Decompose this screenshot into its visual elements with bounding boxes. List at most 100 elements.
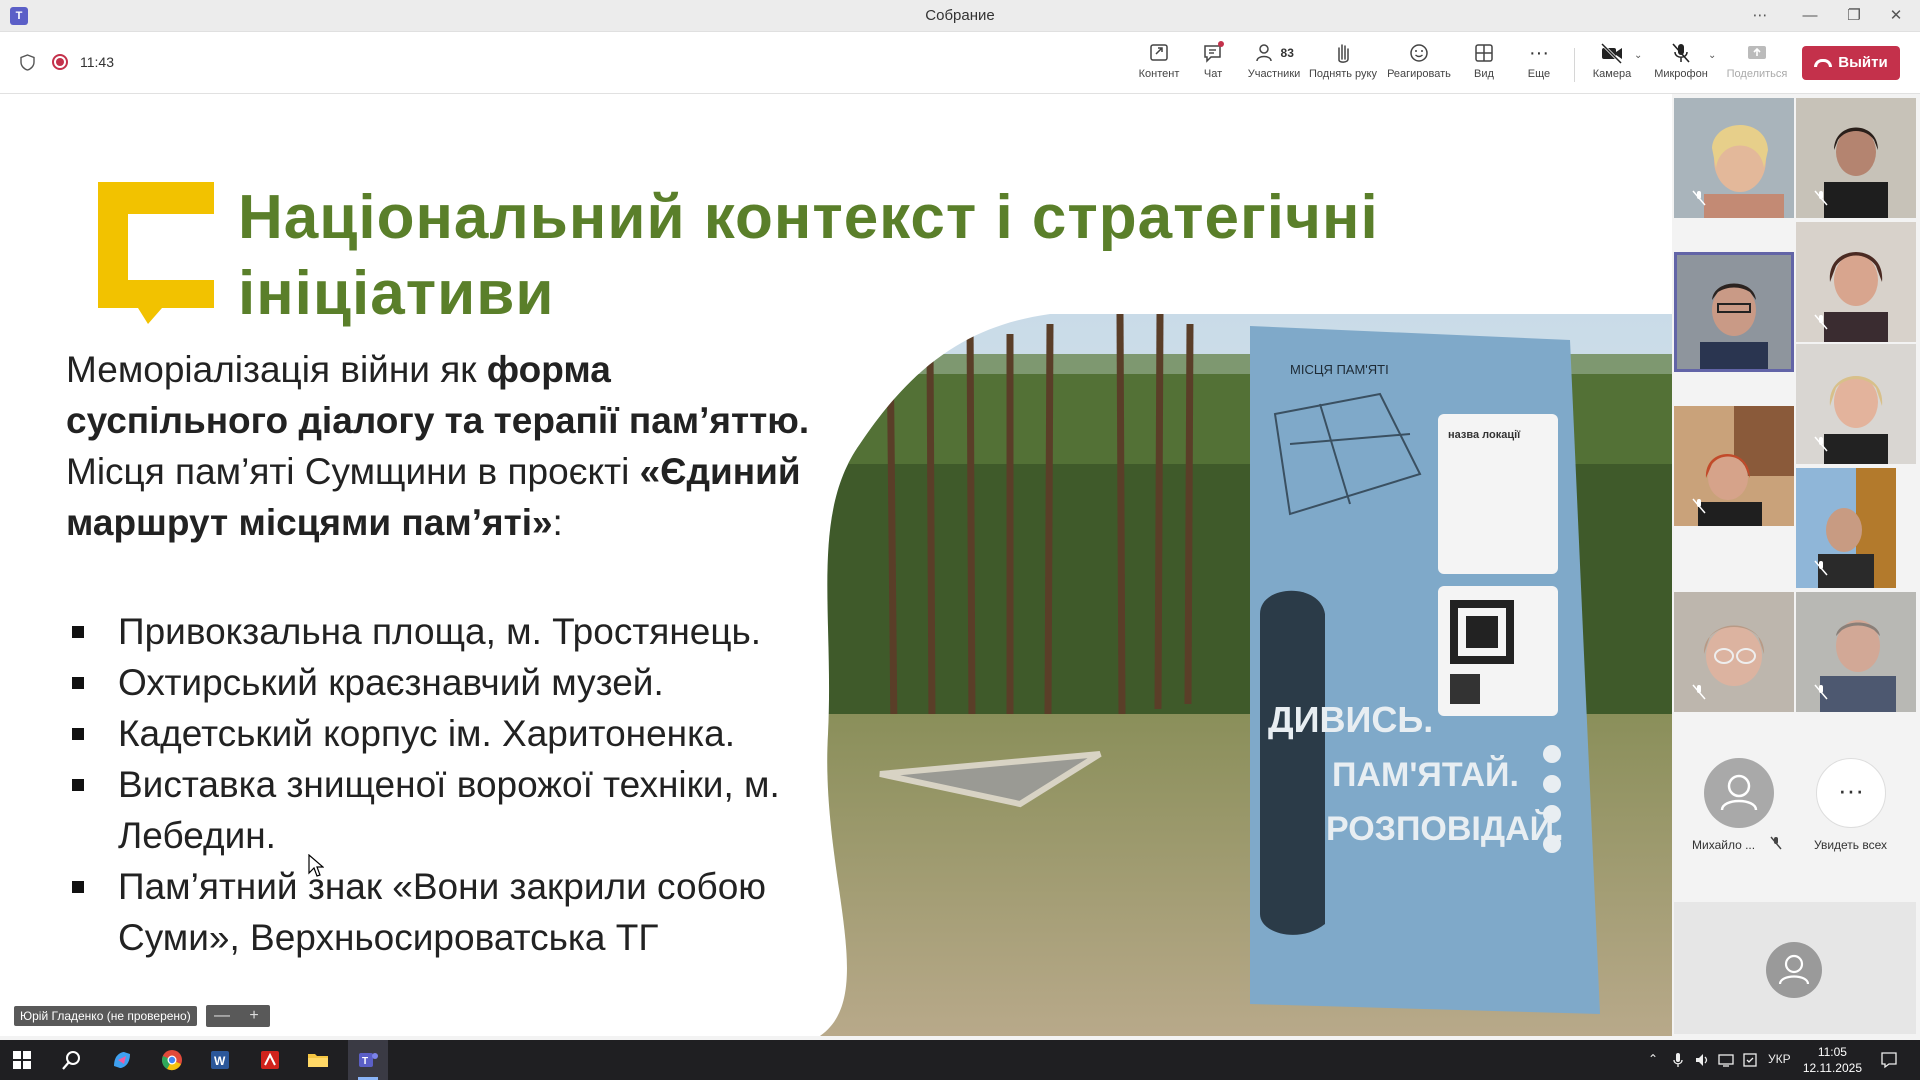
- react-button[interactable]: Реагировать: [1386, 40, 1452, 90]
- toolbar-divider: [1574, 48, 1575, 82]
- microphone-button[interactable]: Микрофон: [1652, 40, 1710, 90]
- slide-title: Національний контекст і стратегічні ініц…: [238, 183, 1379, 328]
- list-item: Пам’ятний знак «Вони закрили собою Суми»…: [66, 861, 826, 963]
- zoom-in-button[interactable]: +: [238, 1005, 270, 1027]
- hand-icon: [1338, 44, 1349, 63]
- self-view-tile[interactable]: [1674, 902, 1916, 1034]
- list-item: Кадетський корпус ім. Харитоненка.: [66, 708, 826, 759]
- slide-body: Меморіалізація війни як форма суспільног…: [66, 344, 836, 548]
- list-item: Привокзальна площа, м. Тростянець.: [66, 606, 826, 657]
- ellipsis-icon: ···: [1529, 42, 1549, 64]
- chat-icon: [1204, 41, 1224, 63]
- title-bar: T Собрание ⋯ — ❐ ✕: [0, 0, 1920, 32]
- chrome-icon[interactable]: [160, 1048, 184, 1072]
- participant-tile-active-speaker[interactable]: [1674, 252, 1794, 372]
- teams-taskbar-item[interactable]: T: [348, 1040, 388, 1080]
- shared-slide: Національний контекст і стратегічні ініц…: [0, 94, 1672, 1036]
- meeting-timer: 11:43: [80, 54, 114, 70]
- mic-off-icon: [1770, 836, 1782, 850]
- share-button[interactable]: Поделиться: [1726, 40, 1788, 90]
- system-clock[interactable]: 11:05 12.11.2025: [1803, 1044, 1862, 1076]
- presenter-name-tag: Юрій Гладенко (не проверено): [14, 1006, 197, 1026]
- mic-off-icon: [1814, 436, 1828, 452]
- camera-button[interactable]: Камера: [1590, 40, 1634, 90]
- sign-slogan-1: ДИВИСЬ.: [1268, 699, 1433, 740]
- paragraph-2: Місця пам’яті Сумщини в проєкті «Єдиний …: [66, 451, 801, 543]
- more-options-icon[interactable]: ⋯: [1740, 4, 1780, 28]
- recording-icon: [52, 54, 68, 70]
- participant-tile[interactable]: [1796, 592, 1916, 712]
- participant-tile[interactable]: [1674, 98, 1794, 218]
- chat-button[interactable]: Чат: [1198, 40, 1228, 90]
- notification-shield-icon[interactable]: [1742, 1052, 1758, 1068]
- sign-slogan-2: ПАМ'ЯТАЙ.: [1332, 755, 1519, 794]
- more-button[interactable]: ··· Еще: [1524, 40, 1554, 90]
- taskbar: W T ⌃ УКР 11:05 12.11.2025: [0, 1040, 1920, 1080]
- sign-box-title: назва локації: [1448, 429, 1521, 441]
- raise-hand-button[interactable]: Поднять руку: [1308, 40, 1378, 90]
- content-button[interactable]: Контент: [1134, 40, 1184, 90]
- notification-center-icon[interactable]: [1880, 1051, 1898, 1069]
- copilot-icon[interactable]: [110, 1048, 134, 1072]
- mic-icon[interactable]: [1672, 1052, 1684, 1068]
- see-all-label: Увидеть всех: [1814, 838, 1888, 852]
- participant-tile[interactable]: [1796, 98, 1916, 218]
- avatar-name: Михайло ...: [1692, 838, 1756, 852]
- logo-bracket-icon: [98, 182, 214, 324]
- zoom-controls: — +: [206, 1005, 270, 1027]
- svg-text:T: T: [362, 1056, 368, 1067]
- restore-button[interactable]: ❐: [1834, 4, 1874, 28]
- participants-button[interactable]: 83 Участники: [1246, 40, 1302, 90]
- language-indicator[interactable]: УКР: [1768, 1052, 1791, 1066]
- mic-off-icon: [1814, 560, 1828, 576]
- share-screen-icon: [1748, 46, 1766, 59]
- avatar: [1766, 942, 1822, 998]
- smile-icon: [1410, 44, 1428, 62]
- shield-icon: [20, 54, 35, 71]
- close-button[interactable]: ✕: [1876, 4, 1916, 28]
- windows-start-icon[interactable]: [10, 1048, 34, 1072]
- mic-options-chevron-icon[interactable]: ⌄: [1708, 50, 1716, 61]
- list-item: Виставка знищеної ворожої техніки, м. Ле…: [66, 759, 826, 861]
- mic-off-icon: [1672, 43, 1690, 63]
- paragraph-1: Меморіалізація війни як форма суспільног…: [66, 349, 810, 441]
- list-item: Охтирський краєзнавчий музей.: [66, 657, 826, 708]
- bullet-list: Привокзальна площа, м. Тростянець. Охтир…: [66, 606, 826, 963]
- people-icon: [1256, 44, 1272, 62]
- mic-off-icon: [1692, 684, 1706, 700]
- mic-off-icon: [1814, 314, 1828, 330]
- phone-hangup-icon: [1814, 59, 1833, 68]
- zoom-out-button[interactable]: —: [206, 1005, 238, 1027]
- window-title: Собрание: [925, 7, 995, 24]
- camera-options-chevron-icon[interactable]: ⌄: [1634, 50, 1642, 61]
- camera-off-icon: [1600, 42, 1623, 65]
- participant-tile[interactable]: [1674, 406, 1794, 526]
- share-content-icon: [1150, 44, 1168, 61]
- participant-tile[interactable]: [1674, 592, 1794, 712]
- minimize-button[interactable]: —: [1790, 4, 1830, 28]
- network-icon[interactable]: [1718, 1052, 1734, 1068]
- teams-icon: T: [359, 1053, 378, 1067]
- acrobat-icon[interactable]: [258, 1048, 282, 1072]
- file-explorer-icon[interactable]: [306, 1048, 330, 1072]
- mic-off-icon: [1814, 684, 1828, 700]
- ellipsis-icon: ···: [1816, 758, 1886, 828]
- participant-video: [1796, 468, 1896, 588]
- participant-tile[interactable]: [1796, 344, 1916, 464]
- search-icon[interactable]: [60, 1048, 84, 1072]
- view-button[interactable]: Вид: [1470, 40, 1498, 90]
- word-icon[interactable]: W: [208, 1048, 232, 1072]
- participants-count: 83: [1280, 46, 1294, 60]
- leave-button[interactable]: Выйти: [1802, 46, 1900, 80]
- memorial-photo: МІСЦЯ ПАМ'ЯТІ назва локації ДИВИСЬ. ПАМ'…: [820, 314, 1672, 1036]
- volume-icon[interactable]: [1694, 1052, 1710, 1068]
- person-icon: [1778, 954, 1810, 985]
- chevron-up-icon[interactable]: ⌃: [1648, 1052, 1658, 1066]
- participant-tile[interactable]: [1796, 222, 1916, 342]
- sign-slogan-3: РОЗПОВІДАЙ.: [1326, 809, 1564, 848]
- svg-text:W: W: [214, 1054, 226, 1068]
- mic-off-icon: [1692, 498, 1706, 514]
- sign-header: МІСЦЯ ПАМ'ЯТІ: [1290, 362, 1389, 377]
- avatar: [1704, 758, 1774, 828]
- participant-tile[interactable]: [1796, 468, 1896, 588]
